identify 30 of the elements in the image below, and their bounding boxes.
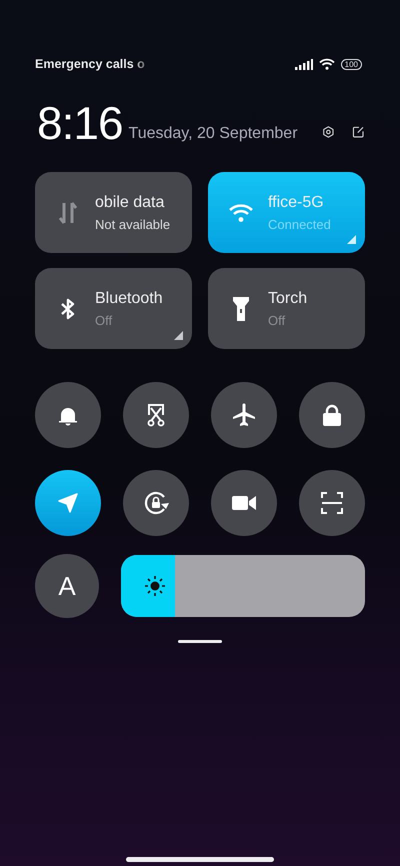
font-button[interactable]: A bbox=[35, 554, 99, 618]
rotation-lock-icon bbox=[142, 489, 170, 517]
toggle-tile[interactable]: Bluetooth Off bbox=[35, 268, 192, 349]
scan-frame-icon bbox=[321, 492, 343, 514]
tile-status: Off bbox=[95, 312, 114, 328]
tile-status: Connected bbox=[268, 216, 331, 232]
sun-icon bbox=[144, 575, 166, 597]
video-camera-icon bbox=[232, 495, 256, 511]
date-text: Tuesday, 20 September bbox=[128, 125, 298, 143]
location-arrow-icon bbox=[57, 492, 79, 514]
wifi-icon bbox=[228, 202, 254, 222]
tile-title: Bluetooth bbox=[95, 290, 163, 308]
brightness-slider[interactable] bbox=[121, 555, 365, 617]
tile-status: Not available bbox=[95, 216, 170, 232]
lock-icon bbox=[322, 404, 342, 426]
expand-corner-icon bbox=[347, 235, 356, 244]
tile-title: obile data bbox=[95, 194, 166, 212]
scissors-icon bbox=[145, 403, 167, 427]
status-text: Emergency calls o bbox=[35, 57, 145, 71]
battery-indicator: 100 bbox=[340, 58, 362, 70]
toggle-tile[interactable]: Torch Off bbox=[208, 268, 365, 349]
tile-title: Torch bbox=[268, 290, 308, 308]
drag-handle[interactable] bbox=[178, 640, 222, 643]
clock-time: 8:16 bbox=[37, 101, 123, 145]
airplane-icon bbox=[231, 402, 257, 428]
tile-status: Off bbox=[268, 312, 286, 328]
tile-title: ffice-5G bbox=[268, 194, 325, 212]
wifi-icon bbox=[318, 58, 335, 70]
expand-corner-icon bbox=[174, 331, 183, 340]
signal-icon bbox=[294, 58, 313, 70]
